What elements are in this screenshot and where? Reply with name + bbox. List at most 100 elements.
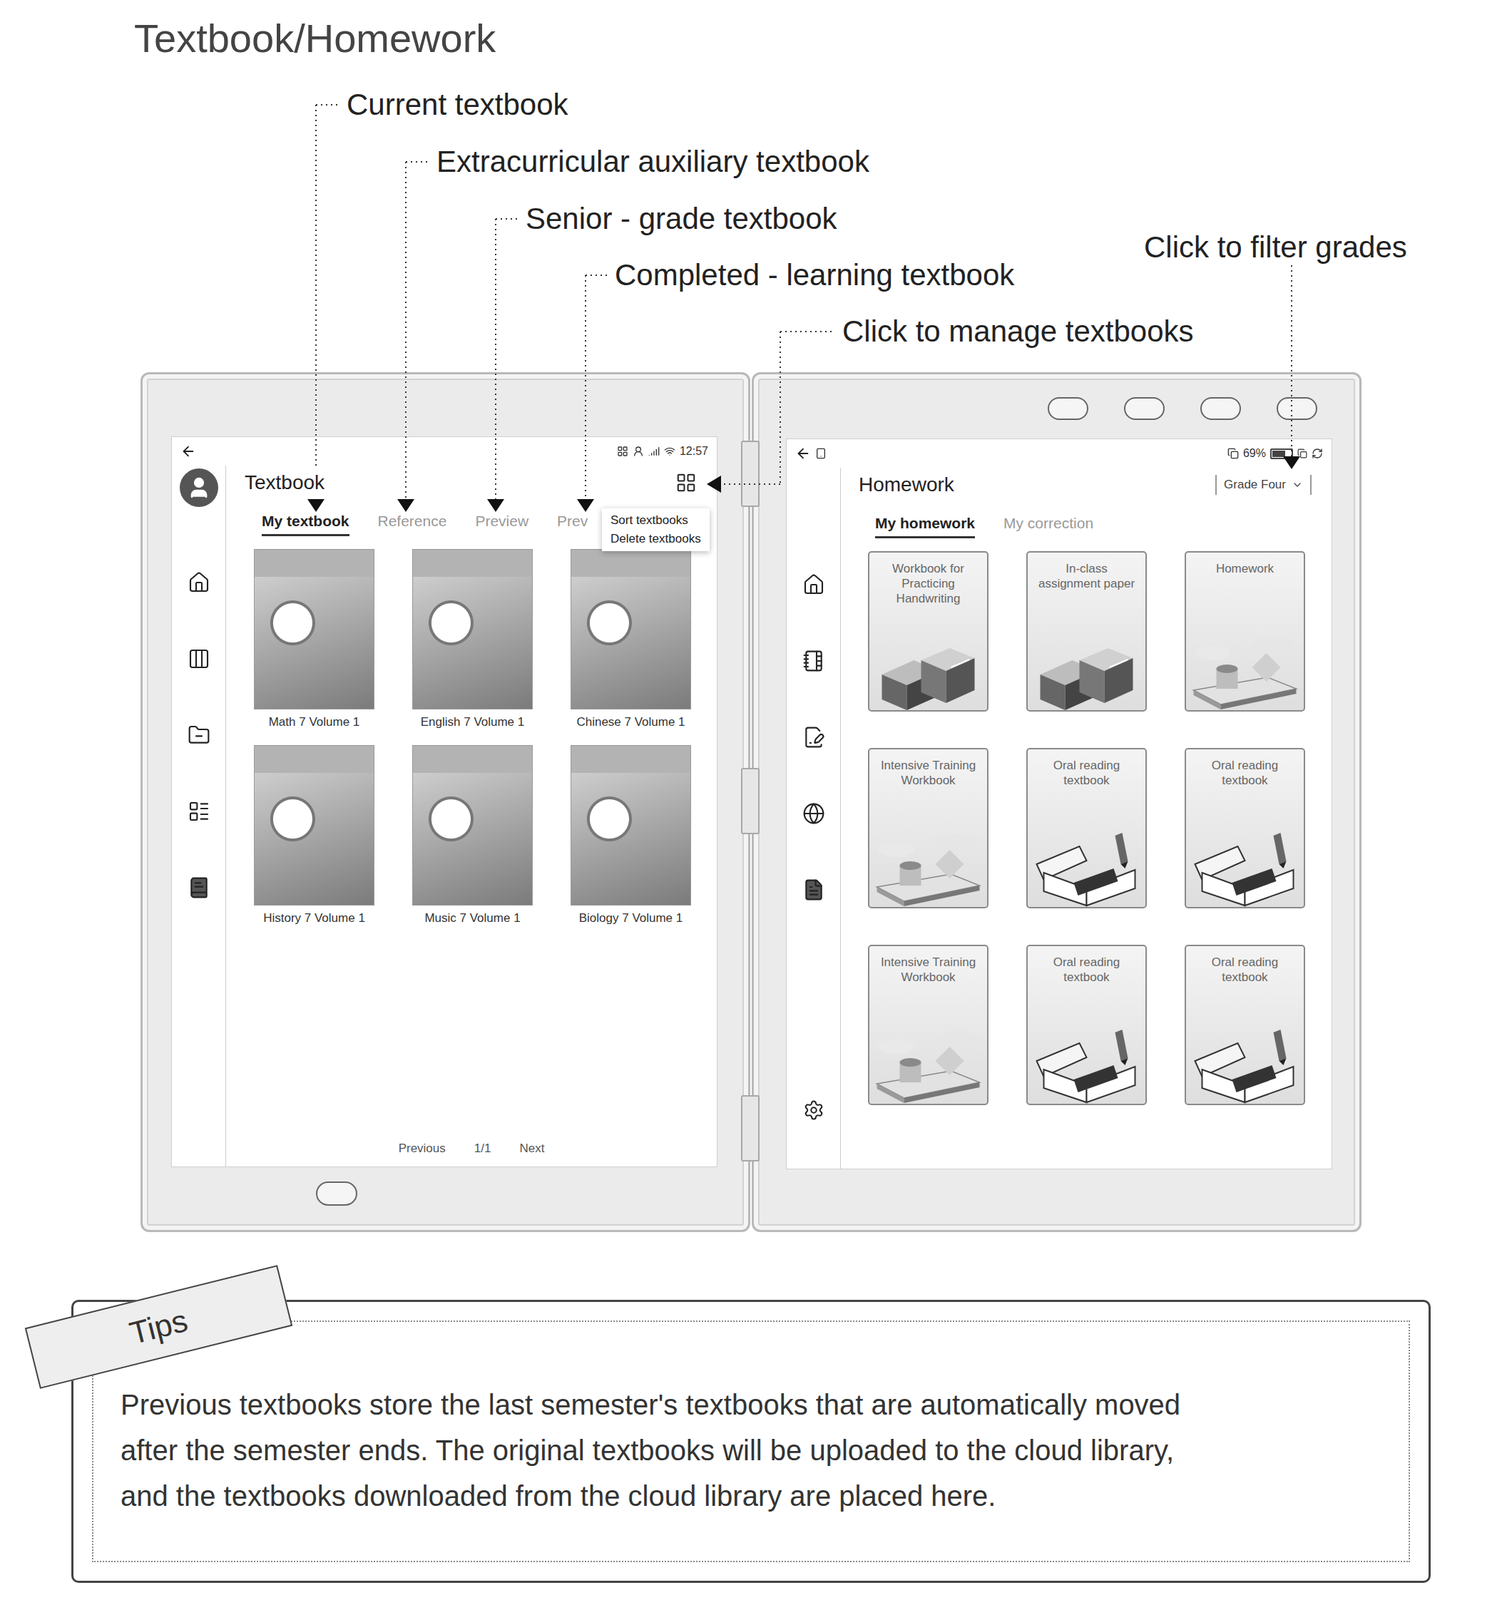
tab[interactable]: Prev <box>557 512 588 537</box>
book-cover <box>412 745 533 906</box>
back-arrow-icon[interactable] <box>795 445 811 462</box>
homework-card[interactable]: Intensive Training Workbook <box>867 944 989 1106</box>
right-device: 69% Homework Grade Four My homework My corre… <box>751 372 1362 1233</box>
pagination: Previous1/1Next <box>226 1141 717 1167</box>
callout-line <box>576 275 608 513</box>
homework-icon[interactable] <box>802 878 826 902</box>
homework-card[interactable]: Intensive Training Workbook <box>867 748 989 909</box>
tips-line: after the semester ends. The original te… <box>120 1427 1409 1474</box>
hardware-buttons <box>1047 397 1318 421</box>
status-icons: 69% <box>1227 446 1323 461</box>
tab[interactable]: My correction <box>1003 514 1094 539</box>
card-title: Intensive Training Workbook <box>869 946 988 985</box>
textbook-content: TextbookMy textbookReferencePreviewPrevS… <box>226 465 717 1167</box>
book-cover <box>570 549 692 710</box>
homework-card[interactable]: Oral reading textbook <box>1184 748 1306 909</box>
book-caption: Biology 7 Volume 1 <box>579 911 684 926</box>
hinge <box>741 1095 760 1162</box>
homework-grid: Workbook for Practicing Handwriting In-cl… <box>840 551 1332 1106</box>
home-icon[interactable] <box>187 571 211 595</box>
hardware-button[interactable] <box>1047 397 1089 421</box>
apps-icon <box>616 445 629 458</box>
columns-icon[interactable] <box>187 647 211 671</box>
home-button[interactable] <box>315 1181 358 1207</box>
tips-box: Previous textbooks store the last semest… <box>71 1300 1431 1584</box>
callout-label: Current textbook <box>346 86 569 124</box>
back-arrow-icon[interactable] <box>180 443 197 460</box>
settings-gear-icon[interactable] <box>803 1099 825 1122</box>
book-caption: Math 7 Volume 1 <box>268 715 361 730</box>
battery-fill <box>1272 450 1286 458</box>
sidebar <box>786 467 841 1169</box>
clouds-illustration-icon <box>869 1018 988 1105</box>
mirror-icon <box>1297 448 1308 459</box>
homework-card[interactable]: Homework <box>1184 551 1306 712</box>
status-bar: 12:57 <box>171 437 717 466</box>
book-item[interactable]: Math 7 Volume 1 <box>253 549 375 730</box>
previous-button[interactable]: Previous <box>398 1141 446 1157</box>
callout-line <box>397 161 430 513</box>
stairs-illustration-icon <box>1027 624 1146 711</box>
notebook-icon[interactable] <box>802 649 826 673</box>
callout-line <box>706 331 836 493</box>
tab[interactable]: My textbook <box>261 512 350 537</box>
manual-page: Textbook/Homework12:57TextbookMy textboo… <box>0 0 1502 1600</box>
homework-card[interactable]: Workbook for Practicing Handwriting <box>867 551 989 712</box>
book-item[interactable]: History 7 Volume 1 <box>253 745 375 926</box>
sync-icon <box>1311 447 1323 460</box>
homework-card[interactable]: In-class assignment paper <box>1026 551 1147 712</box>
book-grid: Math 7 Volume 1 English 7 Volume 1 Chinese… <box>226 549 717 926</box>
hinge <box>741 440 760 508</box>
edit-icon[interactable] <box>802 726 826 749</box>
book-cover <box>570 745 692 906</box>
tab[interactable]: My homework <box>875 514 975 539</box>
screen-body: Homework Grade Four My homework My correcti… <box>786 467 1332 1169</box>
menu-item[interactable]: Sort textbooks <box>601 511 710 530</box>
battery-icon <box>1270 448 1294 460</box>
clock: 12:57 <box>679 444 709 459</box>
card-title: Oral reading textbook <box>1186 946 1304 985</box>
hardware-button[interactable] <box>1200 397 1241 421</box>
status-icons: 12:57 <box>616 444 709 459</box>
homework-card[interactable]: Oral reading textbook <box>1184 944 1306 1106</box>
settings-slot <box>803 1099 825 1122</box>
device-pair: 12:57TextbookMy textbookReferencePreview… <box>0 372 1502 1233</box>
homework-content: Homework Grade Four My homework My correcti… <box>840 467 1332 1169</box>
card-title: Workbook for Practicing Handwriting <box>869 552 988 607</box>
callout-line <box>1283 265 1301 470</box>
tab[interactable]: Reference <box>377 512 448 537</box>
book-item[interactable]: Music 7 Volume 1 <box>412 745 533 926</box>
homework-screen: 69% Homework Grade Four My homework My corre… <box>785 438 1333 1170</box>
hardware-button[interactable] <box>1276 397 1318 421</box>
card-title: Oral reading textbook <box>1186 749 1304 789</box>
callout-line <box>487 218 519 513</box>
battery-percent: 69% <box>1243 446 1266 461</box>
homework-card[interactable]: Oral reading textbook <box>1026 944 1147 1106</box>
hardware-button[interactable] <box>1124 397 1165 421</box>
list-icon[interactable] <box>187 800 211 824</box>
homework-card[interactable]: Oral reading textbook <box>1026 748 1147 909</box>
avatar[interactable] <box>179 468 219 508</box>
globe-icon[interactable] <box>802 802 826 826</box>
textbook-icon[interactable] <box>187 876 211 900</box>
manage-grid-icon[interactable] <box>675 472 697 494</box>
open-book-illustration-icon <box>1027 821 1146 908</box>
callout-line <box>307 104 340 513</box>
next-button[interactable]: Next <box>519 1141 545 1157</box>
book-caption: English 7 Volume 1 <box>420 715 525 730</box>
book-item[interactable]: Chinese 7 Volume 1 <box>570 549 692 730</box>
signal-icon <box>648 445 660 458</box>
annotation-layer: Current textbook Extracurricular auxiliar… <box>0 0 1502 1600</box>
wifi-icon <box>663 445 676 458</box>
menu-item[interactable]: Delete textbooks <box>601 529 710 549</box>
book-item[interactable]: English 7 Volume 1 <box>412 549 533 730</box>
tab[interactable]: Preview <box>474 512 529 537</box>
clouds-illustration-icon <box>1186 624 1304 711</box>
book-item[interactable]: Biology 7 Volume 1 <box>570 745 692 926</box>
grade-filter[interactable]: Grade Four <box>1215 474 1312 495</box>
callout-label: Extracurricular auxiliary textbook <box>436 143 870 181</box>
folder-icon[interactable] <box>187 723 211 747</box>
home-icon[interactable] <box>802 573 826 597</box>
status-bar: 69% <box>786 439 1332 468</box>
stairs-illustration-icon <box>869 624 988 711</box>
